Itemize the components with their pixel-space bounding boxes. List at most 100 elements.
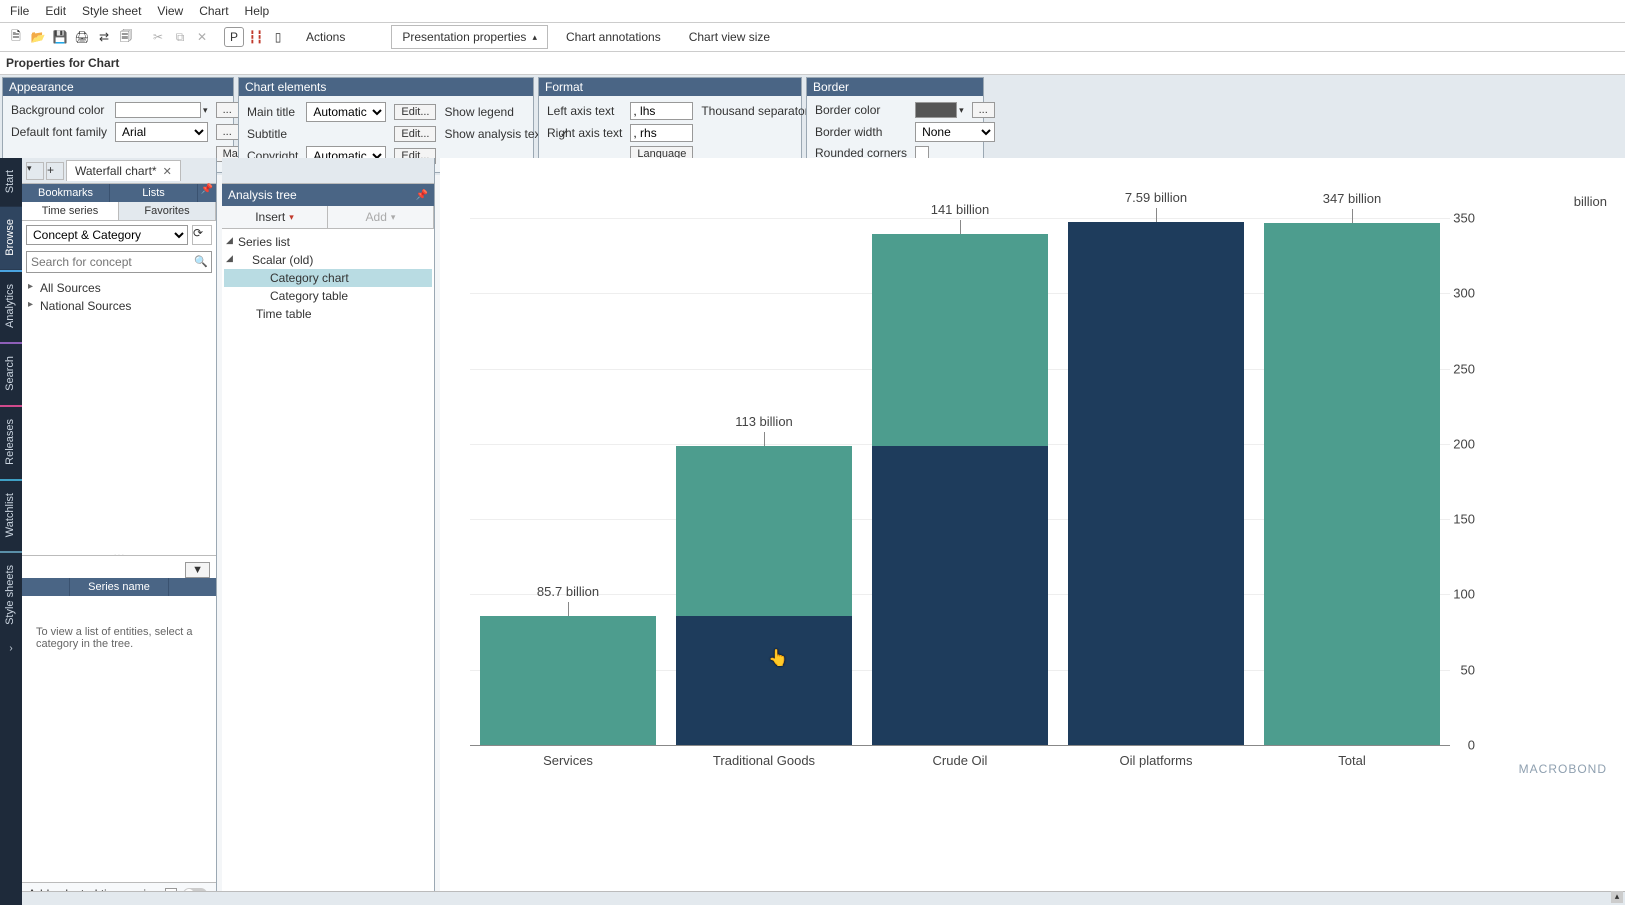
font-family-select[interactable]: Arial xyxy=(115,122,208,142)
scroll-up-icon[interactable]: ▴ xyxy=(1611,891,1623,903)
pin-icon[interactable]: 📌 xyxy=(198,184,216,202)
entities-hint: To view a list of entities, select a cat… xyxy=(22,596,216,882)
chart-area: billion 05010015020025030035085.7 billio… xyxy=(440,158,1625,905)
main-title-select[interactable]: Automatic xyxy=(306,102,386,122)
tab-add-icon[interactable]: + xyxy=(46,162,64,180)
show-legend-label: Show legend xyxy=(444,105,549,119)
filter-icon[interactable]: ▼ xyxy=(185,562,210,578)
presentation-properties-button[interactable]: Presentation properties▴ xyxy=(391,25,548,49)
rail-analytics[interactable]: Analytics xyxy=(0,272,22,342)
left-axis-input[interactable] xyxy=(630,102,693,120)
x-category-label: Total xyxy=(1338,753,1365,768)
adjust-icon[interactable]: ┇┇ xyxy=(246,27,266,47)
add-button[interactable]: Add▾ xyxy=(328,206,434,228)
thousand-sep-label: Thousand separator xyxy=(701,104,808,118)
tree-time-table[interactable]: Time table xyxy=(224,305,432,323)
delete-icon[interactable]: ✕ xyxy=(192,27,212,47)
rail-stylesheets[interactable]: Style sheets xyxy=(0,553,22,639)
y-tick: 150 xyxy=(1453,512,1475,527)
tab-bookmarks[interactable]: Bookmarks xyxy=(22,184,110,202)
share-icon[interactable]: ⇄ xyxy=(94,27,114,47)
main-title-edit-button[interactable]: Edit... xyxy=(394,104,436,120)
right-axis-input[interactable] xyxy=(630,124,693,142)
font-family-label: Default font family xyxy=(11,125,107,139)
menu-file[interactable]: File xyxy=(10,4,29,18)
tab-dropdown-icon[interactable]: ▾ xyxy=(26,162,44,180)
border-width-select[interactable]: None xyxy=(915,122,995,142)
border-color-more-button[interactable]: ... xyxy=(972,102,995,118)
actions-button[interactable]: Actions xyxy=(296,26,355,48)
copy-doc-icon[interactable]: 🗐 xyxy=(116,27,136,47)
left-axis-label: Left axis text xyxy=(547,104,622,118)
search-concept-input[interactable] xyxy=(26,251,212,273)
chevron-down-icon[interactable]: ▾ xyxy=(203,105,208,116)
bar-base[interactable] xyxy=(1068,234,1244,745)
bg-color-swatch[interactable] xyxy=(115,102,201,118)
tree-category-chart[interactable]: Category chart xyxy=(224,269,432,287)
bar-value-label: 7.59 billion xyxy=(1125,190,1187,205)
insert-button[interactable]: Insert▾ xyxy=(222,206,328,228)
concept-dropdown[interactable]: Concept & Category xyxy=(26,225,188,245)
tree-scalar[interactable]: ◢Scalar (old) xyxy=(224,251,432,269)
subtab-time-series[interactable]: Time series xyxy=(22,202,119,220)
search-icon[interactable]: 🔍 xyxy=(194,255,208,268)
x-category-label: Services xyxy=(543,753,593,768)
chart-annotations-button[interactable]: Chart annotations xyxy=(556,26,671,48)
subtitle-edit-button[interactable]: Edit... xyxy=(394,126,436,142)
subtab-favorites[interactable]: Favorites xyxy=(119,202,216,220)
cut-icon[interactable]: ✂ xyxy=(148,27,168,47)
bar-base[interactable] xyxy=(676,616,852,745)
panel-appearance-header: Appearance xyxy=(3,78,233,96)
close-icon[interactable]: ✕ xyxy=(163,165,172,178)
bar-segment[interactable] xyxy=(872,234,1048,446)
doc-tabs: ▾ + Waterfall chart* ✕ xyxy=(22,158,216,184)
border-width-label: Border width xyxy=(815,125,907,139)
rail-expand-icon[interactable]: › xyxy=(0,639,22,658)
rail-browse[interactable]: Browse xyxy=(0,207,22,270)
menu-edit[interactable]: Edit xyxy=(45,4,66,18)
chevron-down-icon[interactable]: ▾ xyxy=(959,105,964,116)
pin-icon[interactable]: 📌 xyxy=(416,190,428,201)
tree-series-list[interactable]: ◢Series list xyxy=(224,233,432,251)
bar-segment[interactable] xyxy=(676,446,852,616)
panel-format-header: Format xyxy=(539,78,801,96)
menu-stylesheet[interactable]: Style sheet xyxy=(82,4,141,18)
bar-value-label: 347 billion xyxy=(1323,191,1382,206)
copy-icon[interactable]: ⧉ xyxy=(170,27,190,47)
browse-inner-tabs: Bookmarks Lists 📌 xyxy=(22,184,216,202)
rail-releases[interactable]: Releases xyxy=(0,407,22,479)
subtitle-label: Subtitle xyxy=(247,127,298,141)
rail-search[interactable]: Search xyxy=(0,344,22,405)
refresh-icon[interactable]: ⟳ xyxy=(192,225,212,245)
tab-lists[interactable]: Lists xyxy=(110,184,198,202)
print-icon[interactable]: 🖨 xyxy=(72,27,92,47)
bar-segment[interactable] xyxy=(480,616,656,745)
source-national[interactable]: National Sources xyxy=(28,297,210,315)
x-category-label: Traditional Goods xyxy=(713,753,815,768)
open-icon[interactable]: 📂 xyxy=(28,27,48,47)
series-name-header: Series name xyxy=(70,578,168,596)
bar-value-label: 85.7 billion xyxy=(537,584,599,599)
ruler-icon[interactable]: ▯ xyxy=(268,27,288,47)
chart-view-size-button[interactable]: Chart view size xyxy=(679,26,780,48)
menu-chart[interactable]: Chart xyxy=(199,4,228,18)
present-icon[interactable]: P xyxy=(224,27,244,47)
menu-help[interactable]: Help xyxy=(245,4,270,18)
doc-tab-waterfall[interactable]: Waterfall chart* ✕ xyxy=(66,160,181,181)
bar-segment[interactable] xyxy=(1264,223,1440,745)
rail-watchlist[interactable]: Watchlist xyxy=(0,481,22,551)
menu-view[interactable]: View xyxy=(157,4,183,18)
rail-start[interactable]: Start xyxy=(0,158,22,207)
bar-segment[interactable] xyxy=(1068,222,1244,233)
source-all[interactable]: All Sources xyxy=(28,279,210,297)
border-color-swatch[interactable] xyxy=(915,102,957,118)
tree-category-table[interactable]: Category table xyxy=(224,287,432,305)
new-doc-icon[interactable]: 🗎 xyxy=(6,27,26,47)
right-axis-label: Right axis text xyxy=(547,126,622,140)
bar-base[interactable] xyxy=(872,446,1048,745)
save-icon[interactable]: 💾 xyxy=(50,27,70,47)
browse-panel: ▾ + Waterfall chart* ✕ Bookmarks Lists 📌… xyxy=(22,158,217,905)
horizontal-scrollbar[interactable]: ▴ xyxy=(22,891,1625,905)
x-category-label: Oil platforms xyxy=(1120,753,1193,768)
cursor-icon: 👆 xyxy=(768,648,788,668)
